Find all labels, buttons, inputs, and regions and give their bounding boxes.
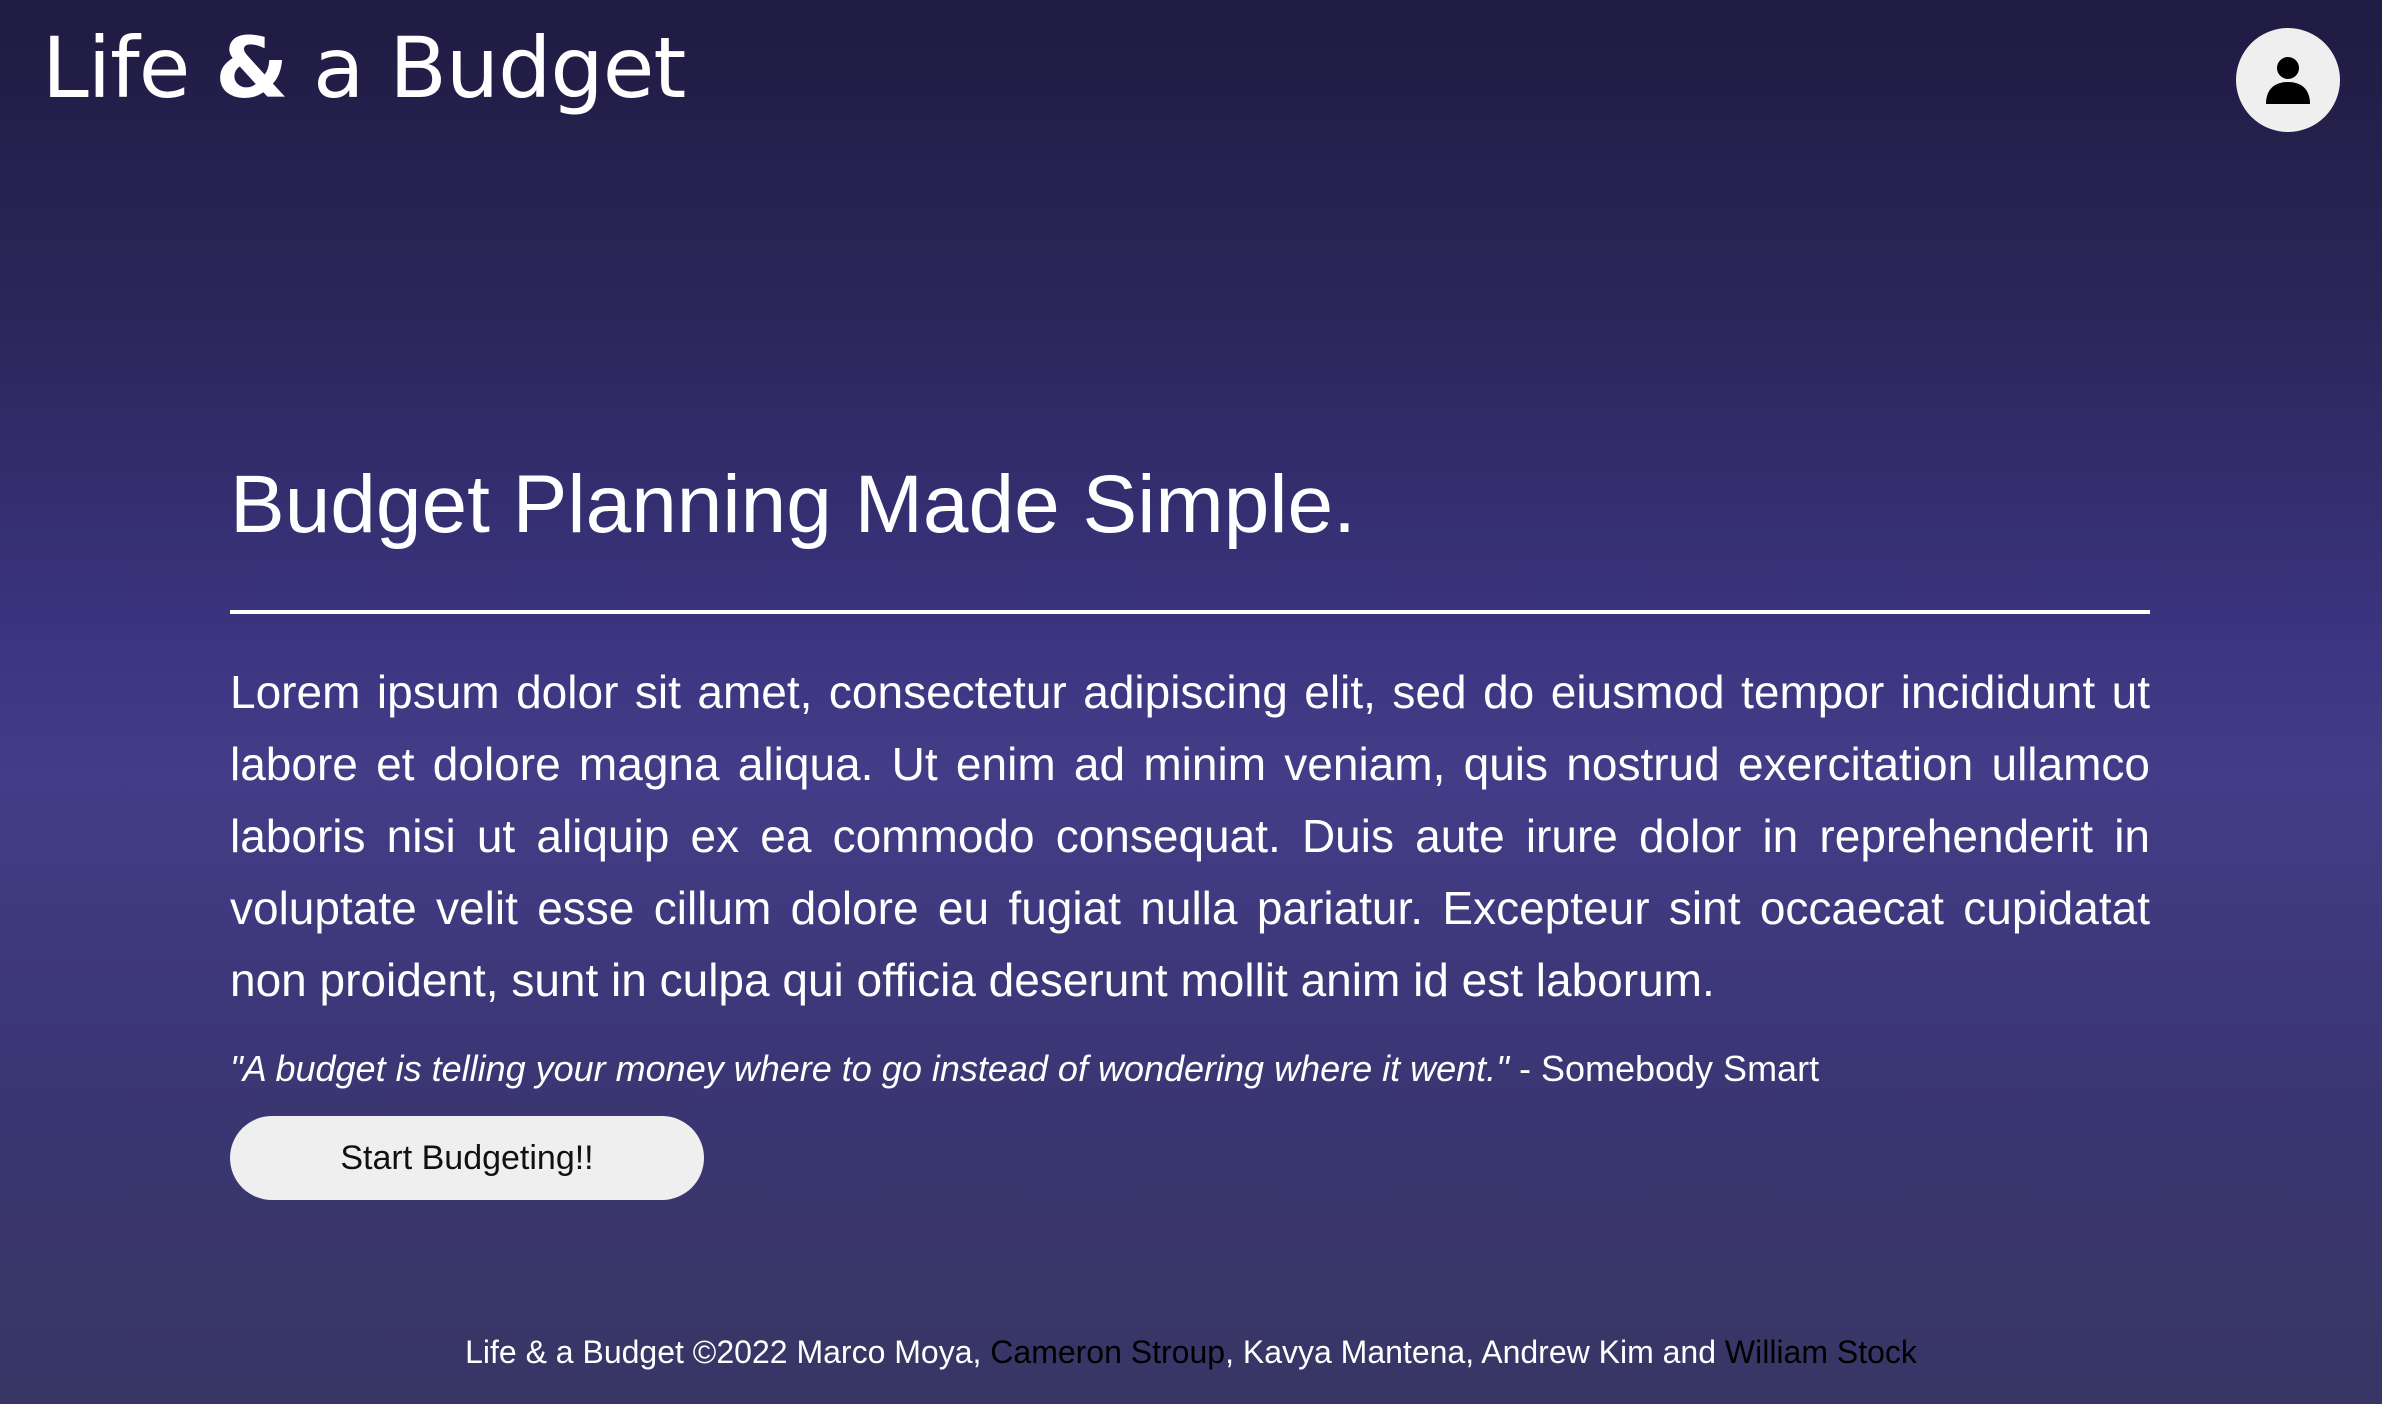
brand-ampersand: & [215,19,288,117]
brand-logo[interactable]: Life & a Budget [42,8,686,128]
hero-description: Lorem ipsum dolor sit amet, consectetur … [230,666,2150,1006]
hero-title: Budget Planning Made Simple. [230,459,1356,550]
footer-link-cameron-stroup[interactable]: Cameron Stroup [990,1334,1225,1370]
quote-attribution: - Somebody Smart [1508,1048,1820,1089]
brand-text-life: Life [42,19,216,117]
profile-button[interactable] [2236,28,2340,132]
budget-quote: "A budget is telling your money where to… [230,1044,2150,1094]
quote-text: "A budget is telling your money where to… [230,1048,1509,1089]
start-budgeting-button[interactable]: Start Budgeting!! [230,1116,704,1200]
hero-divider [230,610,2150,614]
footer-copyright: Life & a Budget ©2022 Marco Moya, [465,1334,991,1370]
hero-section: Budget Planning Made Simple. Lorem ipsum… [230,450,2150,1200]
footer: Life & a Budget ©2022 Marco Moya, Camero… [0,1330,2382,1374]
user-icon [2266,57,2310,104]
brand-text-budget: a Budget [287,19,686,117]
footer-authors: , Kavya Mantena, Andrew Kim and [1225,1334,1725,1370]
footer-link-william-stock[interactable]: William Stock [1725,1334,1917,1370]
